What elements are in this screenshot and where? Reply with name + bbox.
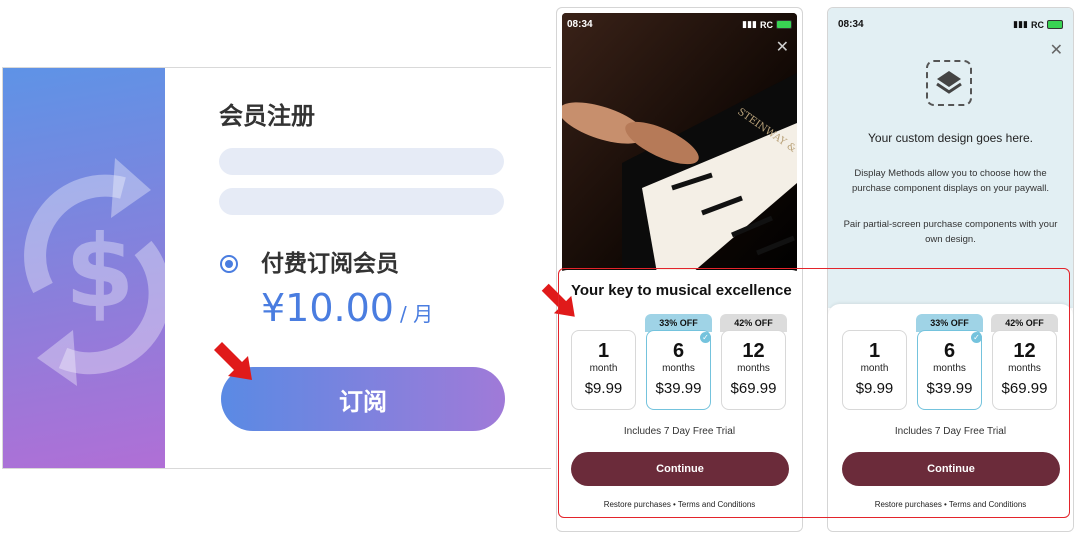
option-price: $9.99 — [584, 380, 623, 397]
purchase-sheet: Your key to musical excellence 1 month $… — [557, 270, 802, 530]
option-price: $39.99 — [655, 380, 702, 397]
plan-option-12-months[interactable]: 12 months $69.99 — [992, 330, 1057, 410]
plan-option-1-month[interactable]: 1 month $9.99 — [842, 330, 907, 410]
membership-signup-card: $ 会员注册 付费订阅会员 ¥10.00/ 月 订阅 — [2, 67, 551, 469]
piano-photo: STEINWAY & S ✕ — [562, 13, 797, 273]
custom-desc-1: Display Methods allow you to choose how … — [852, 168, 1049, 194]
option-count: 12 — [742, 340, 765, 362]
continue-button[interactable]: Continue — [842, 452, 1060, 486]
signal-icon: ▮▮▮ — [1013, 19, 1028, 29]
trial-text: Includes 7 Day Free Trial — [894, 426, 1007, 437]
refund-banner: $ — [3, 68, 165, 468]
password-field[interactable] — [219, 188, 504, 215]
option-period: months — [1008, 363, 1041, 374]
option-period: months — [662, 363, 695, 374]
custom-title: Your custom design goes here. — [868, 131, 1033, 145]
check-icon: ✓ — [971, 332, 982, 343]
trial-text: Includes 7 Day Free Trial — [623, 426, 736, 437]
carrier: RC — [1031, 19, 1044, 30]
plan-option-1-month[interactable]: 1 month $9.99 — [571, 330, 636, 410]
subscribe-button[interactable]: 订阅 — [221, 367, 505, 431]
plan-option-6-months[interactable]: 6 months $39.99 — [917, 330, 982, 410]
continue-button[interactable]: Continue — [571, 452, 789, 486]
phone-preview-custom: Your custom design goes here. Display Me… — [827, 7, 1074, 532]
plan-name: 付费订阅会员 — [261, 251, 399, 277]
footer-links[interactable]: Restore purchases • Terms and Conditions — [828, 500, 1073, 509]
price-amount: ¥10.00 — [261, 286, 394, 330]
check-icon: ✓ — [700, 332, 711, 343]
plan-option-6-months[interactable]: 6 months $39.99 — [646, 330, 711, 410]
option-period: months — [737, 363, 770, 374]
username-field[interactable] — [219, 148, 504, 175]
custom-design-area: Your custom design goes here. Display Me… — [828, 8, 1073, 308]
price-unit: / 月 — [399, 302, 434, 326]
option-count: 1 — [868, 340, 881, 362]
option-count: 6 — [943, 340, 956, 362]
phone-preview-photo: STEINWAY & S ✕ 08:34 ▮▮▮ RC Your key to … — [556, 7, 803, 532]
battery-icon — [776, 20, 792, 29]
svg-text:$: $ — [65, 213, 135, 330]
option-price: $69.99 — [730, 380, 777, 397]
plan-option-12-months[interactable]: 12 months $69.99 — [721, 330, 786, 410]
dollar-cycle-icon: $ — [24, 158, 165, 386]
option-price: $9.99 — [855, 380, 894, 397]
option-period: month — [589, 363, 618, 374]
signal-icon: ▮▮▮ — [742, 19, 757, 29]
purchase-sheet: 1 month $9.99 33% OFF 6 months $39.99 ✓ … — [828, 304, 1073, 531]
layers-icon — [926, 60, 972, 106]
status-time: 08:34 — [567, 19, 593, 30]
page-title: 会员注册 — [219, 102, 315, 130]
red-arrow-icon — [214, 342, 252, 380]
status-bar-right: ▮▮▮ RC — [742, 19, 792, 30]
plan-radio[interactable] — [220, 255, 238, 273]
carrier: RC — [760, 19, 773, 30]
sheet-title: Your key to musical excellence — [571, 282, 792, 299]
option-count: 1 — [597, 340, 610, 362]
option-price: $39.99 — [926, 380, 973, 397]
footer-links[interactable]: Restore purchases • Terms and Conditions — [557, 500, 802, 509]
plan-price: ¥10.00/ 月 — [261, 286, 433, 330]
option-price: $69.99 — [1001, 380, 1048, 397]
close-icon[interactable]: ✕ — [776, 37, 789, 57]
close-icon[interactable]: ✕ — [1050, 40, 1063, 60]
status-bar-right: ▮▮▮ RC — [1013, 19, 1063, 30]
custom-desc-2: Pair partial-screen purchase components … — [843, 219, 1058, 245]
option-period: month — [860, 363, 889, 374]
status-time: 08:34 — [838, 19, 864, 30]
red-arrow-icon — [541, 283, 575, 317]
option-count: 12 — [1013, 340, 1036, 362]
option-period: months — [933, 363, 966, 374]
option-count: 6 — [672, 340, 685, 362]
battery-icon — [1047, 20, 1063, 29]
